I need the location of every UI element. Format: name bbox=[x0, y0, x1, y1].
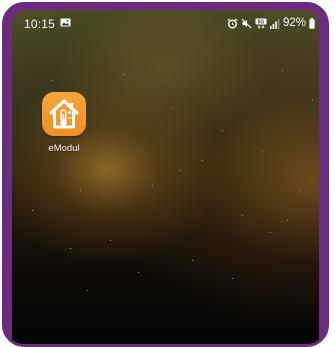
app-label[interactable]: eModul bbox=[34, 143, 94, 154]
data-icon: 5G bbox=[255, 18, 267, 29]
mute-icon bbox=[241, 18, 252, 28]
app-emodul[interactable]: eModul bbox=[34, 92, 94, 154]
home-screen: 10:15 5G 92% eModul bbox=[12, 10, 319, 344]
battery-percent: 92% bbox=[282, 17, 306, 29]
status-icons: 5G 92% bbox=[227, 17, 315, 29]
device-frame: 10:15 5G 92% eModul bbox=[2, 2, 329, 347]
battery-icon bbox=[309, 17, 315, 29]
signal-icon bbox=[269, 18, 280, 29]
status-time: 10:15 bbox=[24, 17, 56, 31]
house-thermometer-icon[interactable] bbox=[42, 92, 86, 136]
alarm-icon bbox=[227, 18, 238, 28]
svg-text:5G: 5G bbox=[258, 19, 265, 25]
gallery-icon bbox=[60, 18, 71, 27]
status-bar: 10:15 5G 92% bbox=[12, 10, 319, 36]
